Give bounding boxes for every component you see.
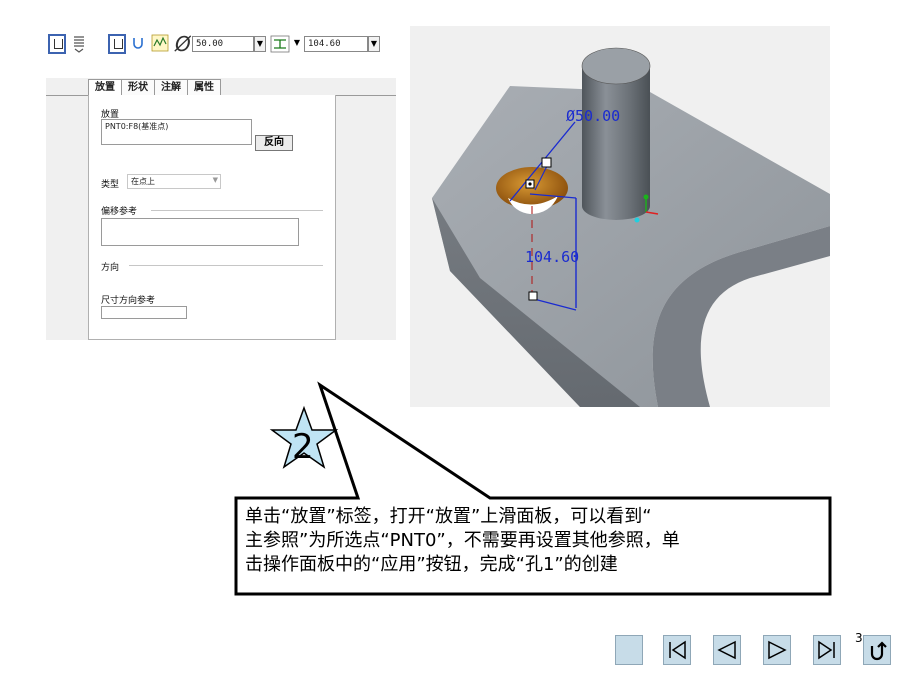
- last-page-button[interactable]: [813, 635, 841, 665]
- page-number: 3: [855, 631, 863, 645]
- previous-page-button[interactable]: [713, 635, 741, 665]
- next-page-button[interactable]: [763, 635, 791, 665]
- previous-page-icon: [717, 640, 736, 660]
- return-icon: [870, 641, 887, 661]
- step-number: 2: [292, 427, 314, 467]
- callout-line-1: 单击“放置”标签，打开“放置”上滑面板，可以看到“: [245, 506, 652, 527]
- first-page-icon: [669, 640, 686, 660]
- callout-graphics: 2: [234, 381, 832, 596]
- callout-line-2: 主参照”为所选点“PNT0”，不需要再设置其他参照，单: [245, 530, 680, 551]
- next-page-icon: [768, 640, 787, 660]
- first-page-button[interactable]: [663, 635, 691, 665]
- return-button[interactable]: [863, 635, 891, 665]
- blank-nav-button[interactable]: [615, 635, 643, 665]
- callout-line-3: 击操作面板中的“应用”按钮，完成“孔1”的创建: [245, 554, 618, 575]
- last-page-icon: [818, 640, 835, 660]
- callout-text: 单击“放置”标签，打开“放置”上滑面板，可以看到“ 主参照”为所选点“PNT0”…: [245, 505, 825, 577]
